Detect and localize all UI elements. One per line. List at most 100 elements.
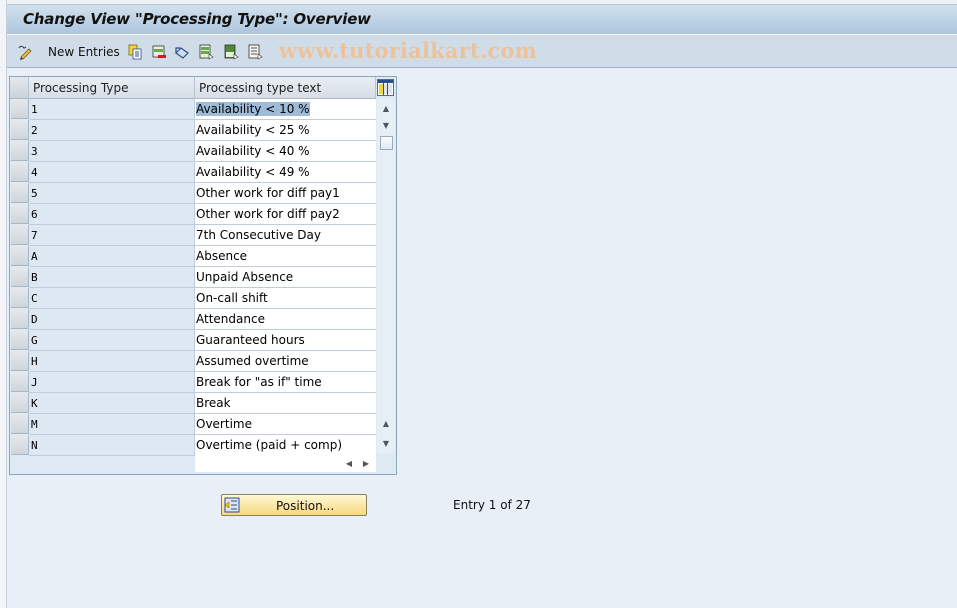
row-selector[interactable] xyxy=(11,120,29,140)
horizontal-scrollbar[interactable]: ◀ ▶ xyxy=(195,454,376,472)
row-selector[interactable] xyxy=(11,183,29,203)
processing-type-text-field[interactable]: Attendance xyxy=(195,309,376,330)
table-row[interactable]: H Assumed overtime xyxy=(10,351,376,372)
undo-change-button[interactable] xyxy=(174,43,190,61)
scroll-up-button[interactable]: ▲ xyxy=(379,101,393,115)
row-selector[interactable] xyxy=(11,267,29,287)
arrow-down-icon: ▼ xyxy=(382,120,390,130)
delete-button[interactable] xyxy=(151,43,167,61)
processing-type-text-value: Other work for diff pay1 xyxy=(196,186,340,200)
processing-type-text-field[interactable]: Unpaid Absence xyxy=(195,267,376,288)
processing-type-text-field[interactable]: Overtime (paid + comp) xyxy=(195,435,376,456)
arrow-up-icon: ▲ xyxy=(382,103,390,113)
row-selector[interactable] xyxy=(11,309,29,329)
table-row[interactable]: 7 7th Consecutive Day xyxy=(10,225,376,246)
table-row[interactable]: K Break xyxy=(10,393,376,414)
processing-type-text-value: Assumed overtime xyxy=(196,354,309,368)
page-title: Change View "Processing Type": Overview xyxy=(23,10,371,28)
row-selector[interactable] xyxy=(11,225,29,245)
table-control: Processing Type Processing type text 1 Av… xyxy=(9,76,397,475)
select-all-icon xyxy=(199,44,214,60)
processing-type-cell: 4 xyxy=(29,162,195,183)
copy-as-button[interactable] xyxy=(127,43,143,61)
row-selector[interactable] xyxy=(11,372,29,392)
processing-type-text-field[interactable]: Availability < 10 % xyxy=(195,99,376,120)
table-row[interactable]: 4 Availability < 49 % xyxy=(10,162,376,183)
display-change-button[interactable] xyxy=(18,43,34,61)
title-bar: Change View "Processing Type": Overview xyxy=(7,5,957,35)
table-row[interactable]: D Attendance xyxy=(10,309,376,330)
processing-type-text-value: Unpaid Absence xyxy=(196,270,294,284)
processing-type-text-field[interactable]: Other work for diff pay1 xyxy=(195,183,376,204)
table-row[interactable]: M Overtime xyxy=(10,414,376,435)
undo-change-icon xyxy=(175,47,189,59)
processing-type-cell: K xyxy=(29,393,195,414)
row-selector[interactable] xyxy=(11,351,29,371)
vertical-scrollbar[interactable]: ▲ ▼ ▲ ▼ xyxy=(377,99,395,453)
row-selector[interactable] xyxy=(11,204,29,224)
edit-pencil-icon xyxy=(18,45,32,60)
select-all-rows-button[interactable] xyxy=(10,77,29,99)
processing-type-text-field[interactable]: Availability < 25 % xyxy=(195,120,376,141)
row-selector[interactable] xyxy=(11,330,29,350)
table-settings-icon xyxy=(378,80,393,95)
processing-type-text-field[interactable]: Guaranteed hours xyxy=(195,330,376,351)
deselect-all-button[interactable] xyxy=(247,43,263,61)
entry-counter: Entry 1 of 27 xyxy=(453,498,531,512)
table-row[interactable]: B Unpaid Absence xyxy=(10,267,376,288)
row-selector[interactable] xyxy=(11,435,29,455)
row-selector[interactable] xyxy=(11,99,29,119)
table-row[interactable]: G Guaranteed hours xyxy=(10,330,376,351)
table-row[interactable]: N Overtime (paid + comp) xyxy=(10,435,376,456)
processing-type-text-field[interactable]: Absence xyxy=(195,246,376,267)
table-row[interactable]: 5 Other work for diff pay1 xyxy=(10,183,376,204)
table-row[interactable]: 2 Availability < 25 % xyxy=(10,120,376,141)
select-all-button[interactable] xyxy=(198,43,214,61)
column-header-processing-type-text[interactable]: Processing type text xyxy=(195,77,376,99)
processing-type-text-field[interactable]: Availability < 40 % xyxy=(195,141,376,162)
processing-type-text-field[interactable]: On-call shift xyxy=(195,288,376,309)
processing-type-cell: 3 xyxy=(29,141,195,162)
processing-type-cell: J xyxy=(29,372,195,393)
table-row[interactable]: A Absence xyxy=(10,246,376,267)
select-block-button[interactable] xyxy=(223,43,239,61)
arrow-down-icon: ▼ xyxy=(382,438,390,448)
row-selector[interactable] xyxy=(11,162,29,182)
new-entries-label: New Entries xyxy=(48,45,120,59)
table-row[interactable]: 6 Other work for diff pay2 xyxy=(10,204,376,225)
processing-type-text-field[interactable]: Availability < 49 % xyxy=(195,162,376,183)
processing-type-cell: 6 xyxy=(29,204,195,225)
table-row[interactable]: J Break for "as if" time xyxy=(10,372,376,393)
table-row[interactable]: 1 Availability < 10 % xyxy=(10,99,376,120)
row-selector[interactable] xyxy=(11,288,29,308)
processing-type-cell: D xyxy=(29,309,195,330)
scroll-down-button[interactable]: ▼ xyxy=(379,118,393,132)
row-selector[interactable] xyxy=(11,141,29,161)
scroll-thumb[interactable] xyxy=(380,136,393,150)
processing-type-text-field[interactable]: Other work for diff pay2 xyxy=(195,204,376,225)
position-button[interactable]: Position... xyxy=(221,494,367,516)
processing-type-text-value: Availability < 10 % xyxy=(196,102,310,116)
column-header-processing-type[interactable]: Processing Type xyxy=(29,77,195,99)
application-toolbar: New Entries www.tutorialkart.com xyxy=(7,35,957,68)
scroll-page-up-button[interactable]: ▲ xyxy=(379,416,393,430)
processing-type-text-field[interactable]: Assumed overtime xyxy=(195,351,376,372)
row-selector[interactable] xyxy=(11,393,29,413)
table-row[interactable]: C On-call shift xyxy=(10,288,376,309)
scroll-page-down-button[interactable]: ▼ xyxy=(379,436,393,450)
processing-type-cell: 5 xyxy=(29,183,195,204)
scroll-right-button[interactable]: ▶ xyxy=(360,457,372,469)
table-row[interactable]: 3 Availability < 40 % xyxy=(10,141,376,162)
processing-type-text-field[interactable]: Overtime xyxy=(195,414,376,435)
processing-type-text-value: Absence xyxy=(196,249,248,263)
new-entries-button[interactable]: New Entries xyxy=(48,43,120,61)
processing-type-text-field[interactable]: Break xyxy=(195,393,376,414)
processing-type-text-field[interactable]: 7th Consecutive Day xyxy=(195,225,376,246)
row-selector[interactable] xyxy=(11,246,29,266)
row-selector[interactable] xyxy=(11,414,29,434)
processing-type-cell: G xyxy=(29,330,195,351)
scroll-left-button[interactable]: ◀ xyxy=(343,457,355,469)
watermark-text: www.tutorialkart.com xyxy=(279,38,537,63)
table-settings-button[interactable] xyxy=(377,79,394,96)
processing-type-text-field[interactable]: Break for "as if" time xyxy=(195,372,376,393)
